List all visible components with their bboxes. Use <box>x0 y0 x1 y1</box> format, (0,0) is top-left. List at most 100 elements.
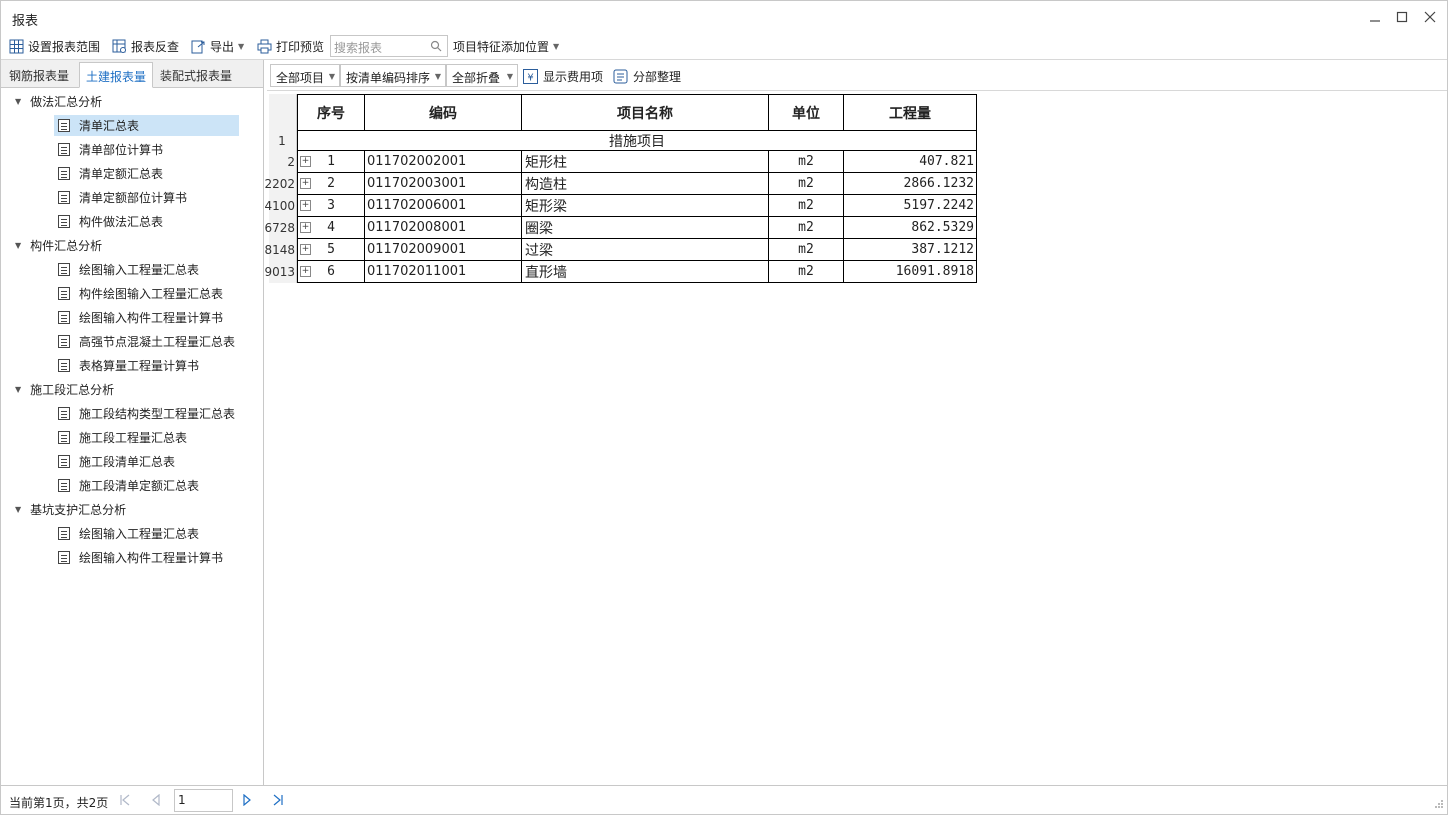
show-cost-items-label: 显示费用项 <box>543 69 604 84</box>
cell-name: 直形墙 <box>522 261 769 283</box>
tab-rebar-report[interactable]: 钢筋报表量 <box>3 62 75 88</box>
cell-unit: m2 <box>769 239 844 261</box>
main-toolbar: 设置报表范围 报表反查 导出 ▼ 打印预览 搜索报表 项目特征添加位置 ▼ <box>1 32 1447 60</box>
tree-item[interactable]: 绘图输入工程量汇总表 <box>54 259 199 280</box>
chevron-down-icon: ▼ <box>553 41 560 51</box>
first-page-icon[interactable] <box>117 792 133 808</box>
cell-name: 圈梁 <box>522 217 769 239</box>
resize-grip-icon[interactable] <box>1435 798 1444 812</box>
report-navigation-panel: 钢筋报表量 土建报表量 装配式报表量 ▼ 做法汇总分析 清单汇总表 清单部位计算… <box>1 60 264 785</box>
section-arrange-button[interactable]: 分部整理 <box>613 66 681 86</box>
feature-position-label: 项目特征添加位置 <box>453 39 550 54</box>
set-report-range-label: 设置报表范围 <box>28 39 101 54</box>
report-doc-icon <box>58 311 70 324</box>
expand-arrow-icon[interactable]: ▼ <box>15 505 21 514</box>
collapse-all-dropdown[interactable]: 全部折叠 ▼ <box>446 64 518 87</box>
cell-unit: m2 <box>769 151 844 173</box>
page-number-input[interactable]: 1 <box>174 789 233 812</box>
next-page-icon[interactable] <box>239 792 255 808</box>
expand-arrow-icon[interactable]: ▼ <box>15 241 21 250</box>
tree-item[interactable]: 施工段工程量汇总表 <box>54 427 187 448</box>
tree-item[interactable]: 绘图输入构件工程量计算书 <box>54 547 223 568</box>
expand-arrow-icon[interactable]: ▼ <box>15 97 21 106</box>
sort-by-code-dropdown[interactable]: 按清单编码排序 ▼ <box>340 64 446 87</box>
all-items-dropdown[interactable]: 全部项目 ▼ <box>270 64 340 87</box>
report-doc-icon <box>58 191 70 204</box>
expand-arrow-icon[interactable]: ▼ <box>15 385 21 394</box>
section-arrange-icon <box>613 69 628 84</box>
search-icon[interactable] <box>430 40 442 55</box>
tree-group-pit-support[interactable]: ▼ 基坑支护汇总分析 <box>15 499 126 519</box>
tree-item[interactable]: 清单定额汇总表 <box>54 163 163 184</box>
cell-seq: 6 <box>297 261 365 283</box>
tree-item-label: 绘图输入构件工程量计算书 <box>79 311 224 325</box>
tab-prefab-report[interactable]: 装配式报表量 <box>154 62 238 88</box>
tree-group-component-summary[interactable]: ▼ 构件汇总分析 <box>15 235 102 255</box>
tree-item-label: 清单部位计算书 <box>79 143 164 157</box>
tree-group-construction-stage[interactable]: ▼ 施工段汇总分析 <box>15 379 114 399</box>
cell-seq: 4 <box>297 217 365 239</box>
tree-item[interactable]: 施工段结构类型工程量汇总表 <box>54 403 235 424</box>
prev-page-icon[interactable] <box>148 792 164 808</box>
grid-settings-icon <box>8 38 24 54</box>
tree-item-label: 表格算量工程量计算书 <box>79 359 200 373</box>
tree-group-method-summary[interactable]: ▼ 做法汇总分析 <box>15 91 102 111</box>
section-title-row: 措施项目 <box>297 131 977 151</box>
tree-item[interactable]: 清单定额部位计算书 <box>54 187 187 208</box>
cell-qty: 5197.2242 <box>844 195 977 217</box>
row-number: 8148 <box>264 239 297 261</box>
maximize-icon[interactable] <box>1394 9 1410 25</box>
cell-qty: 407.821 <box>844 151 977 173</box>
section-arrange-label: 分部整理 <box>633 69 682 84</box>
search-placeholder: 搜索报表 <box>334 41 383 55</box>
tree-item[interactable]: 施工段清单定额汇总表 <box>54 475 199 496</box>
last-page-icon[interactable] <box>270 792 286 808</box>
tree-item-label: 构件绘图输入工程量汇总表 <box>79 287 224 301</box>
tree-item-label: 构件做法汇总表 <box>79 215 164 229</box>
tree-item-label: 绘图输入工程量汇总表 <box>79 263 200 277</box>
tree-item-label: 施工段清单汇总表 <box>79 455 176 469</box>
tree-item[interactable]: 清单部位计算书 <box>54 139 163 160</box>
show-cost-items-button[interactable]: ¥ 显示费用项 <box>523 66 603 86</box>
close-icon[interactable] <box>1422 9 1438 25</box>
export-button[interactable]: 导出 ▼ <box>190 36 244 56</box>
feature-position-dropdown[interactable]: 项目特征添加位置 ▼ <box>453 36 559 56</box>
report-doc-icon <box>58 527 70 540</box>
print-preview-icon <box>256 38 272 54</box>
cell-qty: 862.5329 <box>844 217 977 239</box>
corner-header <box>269 94 297 131</box>
tree-item[interactable]: 表格算量工程量计算书 <box>54 355 199 376</box>
cell-code: 011702003001 <box>365 173 522 195</box>
tree-group-label: 基坑支护汇总分析 <box>30 502 127 517</box>
tree-item[interactable]: 绘图输入工程量汇总表 <box>54 523 199 544</box>
tree-item[interactable]: 构件做法汇总表 <box>54 211 163 232</box>
tree-item[interactable]: 施工段清单汇总表 <box>54 451 175 472</box>
report-reverse-check-button[interactable]: 报表反查 <box>111 36 179 56</box>
row-number: 4100 <box>264 195 297 217</box>
tree-item-label: 绘图输入构件工程量计算书 <box>79 551 224 565</box>
header-unit: 单位 <box>769 94 844 131</box>
cell-name: 矩形柱 <box>522 151 769 173</box>
tree-item-bill-summary[interactable]: 清单汇总表 <box>54 115 239 136</box>
cell-seq: 5 <box>297 239 365 261</box>
tree-group-label: 施工段汇总分析 <box>30 382 115 397</box>
tree-item[interactable]: 高强节点混凝土工程量汇总表 <box>54 331 235 352</box>
print-preview-button[interactable]: 打印预览 <box>256 36 324 56</box>
report-doc-icon <box>58 479 70 492</box>
report-doc-icon <box>58 143 70 156</box>
tree-item-label: 施工段清单定额汇总表 <box>79 479 200 493</box>
header-name: 项目名称 <box>522 94 769 131</box>
chevron-down-icon: ▼ <box>238 41 245 51</box>
report-doc-icon <box>58 263 70 276</box>
tab-civil-report[interactable]: 土建报表量 <box>79 62 154 88</box>
report-doc-icon <box>58 335 70 348</box>
minimize-icon[interactable] <box>1367 9 1383 25</box>
tree-item[interactable]: 绘图输入构件工程量计算书 <box>54 307 223 328</box>
report-search-input[interactable]: 搜索报表 <box>330 35 448 57</box>
title-bar: 报表 <box>1 1 1447 32</box>
set-report-range-button[interactable]: 设置报表范围 <box>8 36 100 56</box>
chevron-down-icon: ▼ <box>506 72 513 81</box>
tree-item[interactable]: 构件绘图输入工程量汇总表 <box>54 283 223 304</box>
report-doc-icon <box>58 431 70 444</box>
window-title: 报表 <box>12 14 39 29</box>
